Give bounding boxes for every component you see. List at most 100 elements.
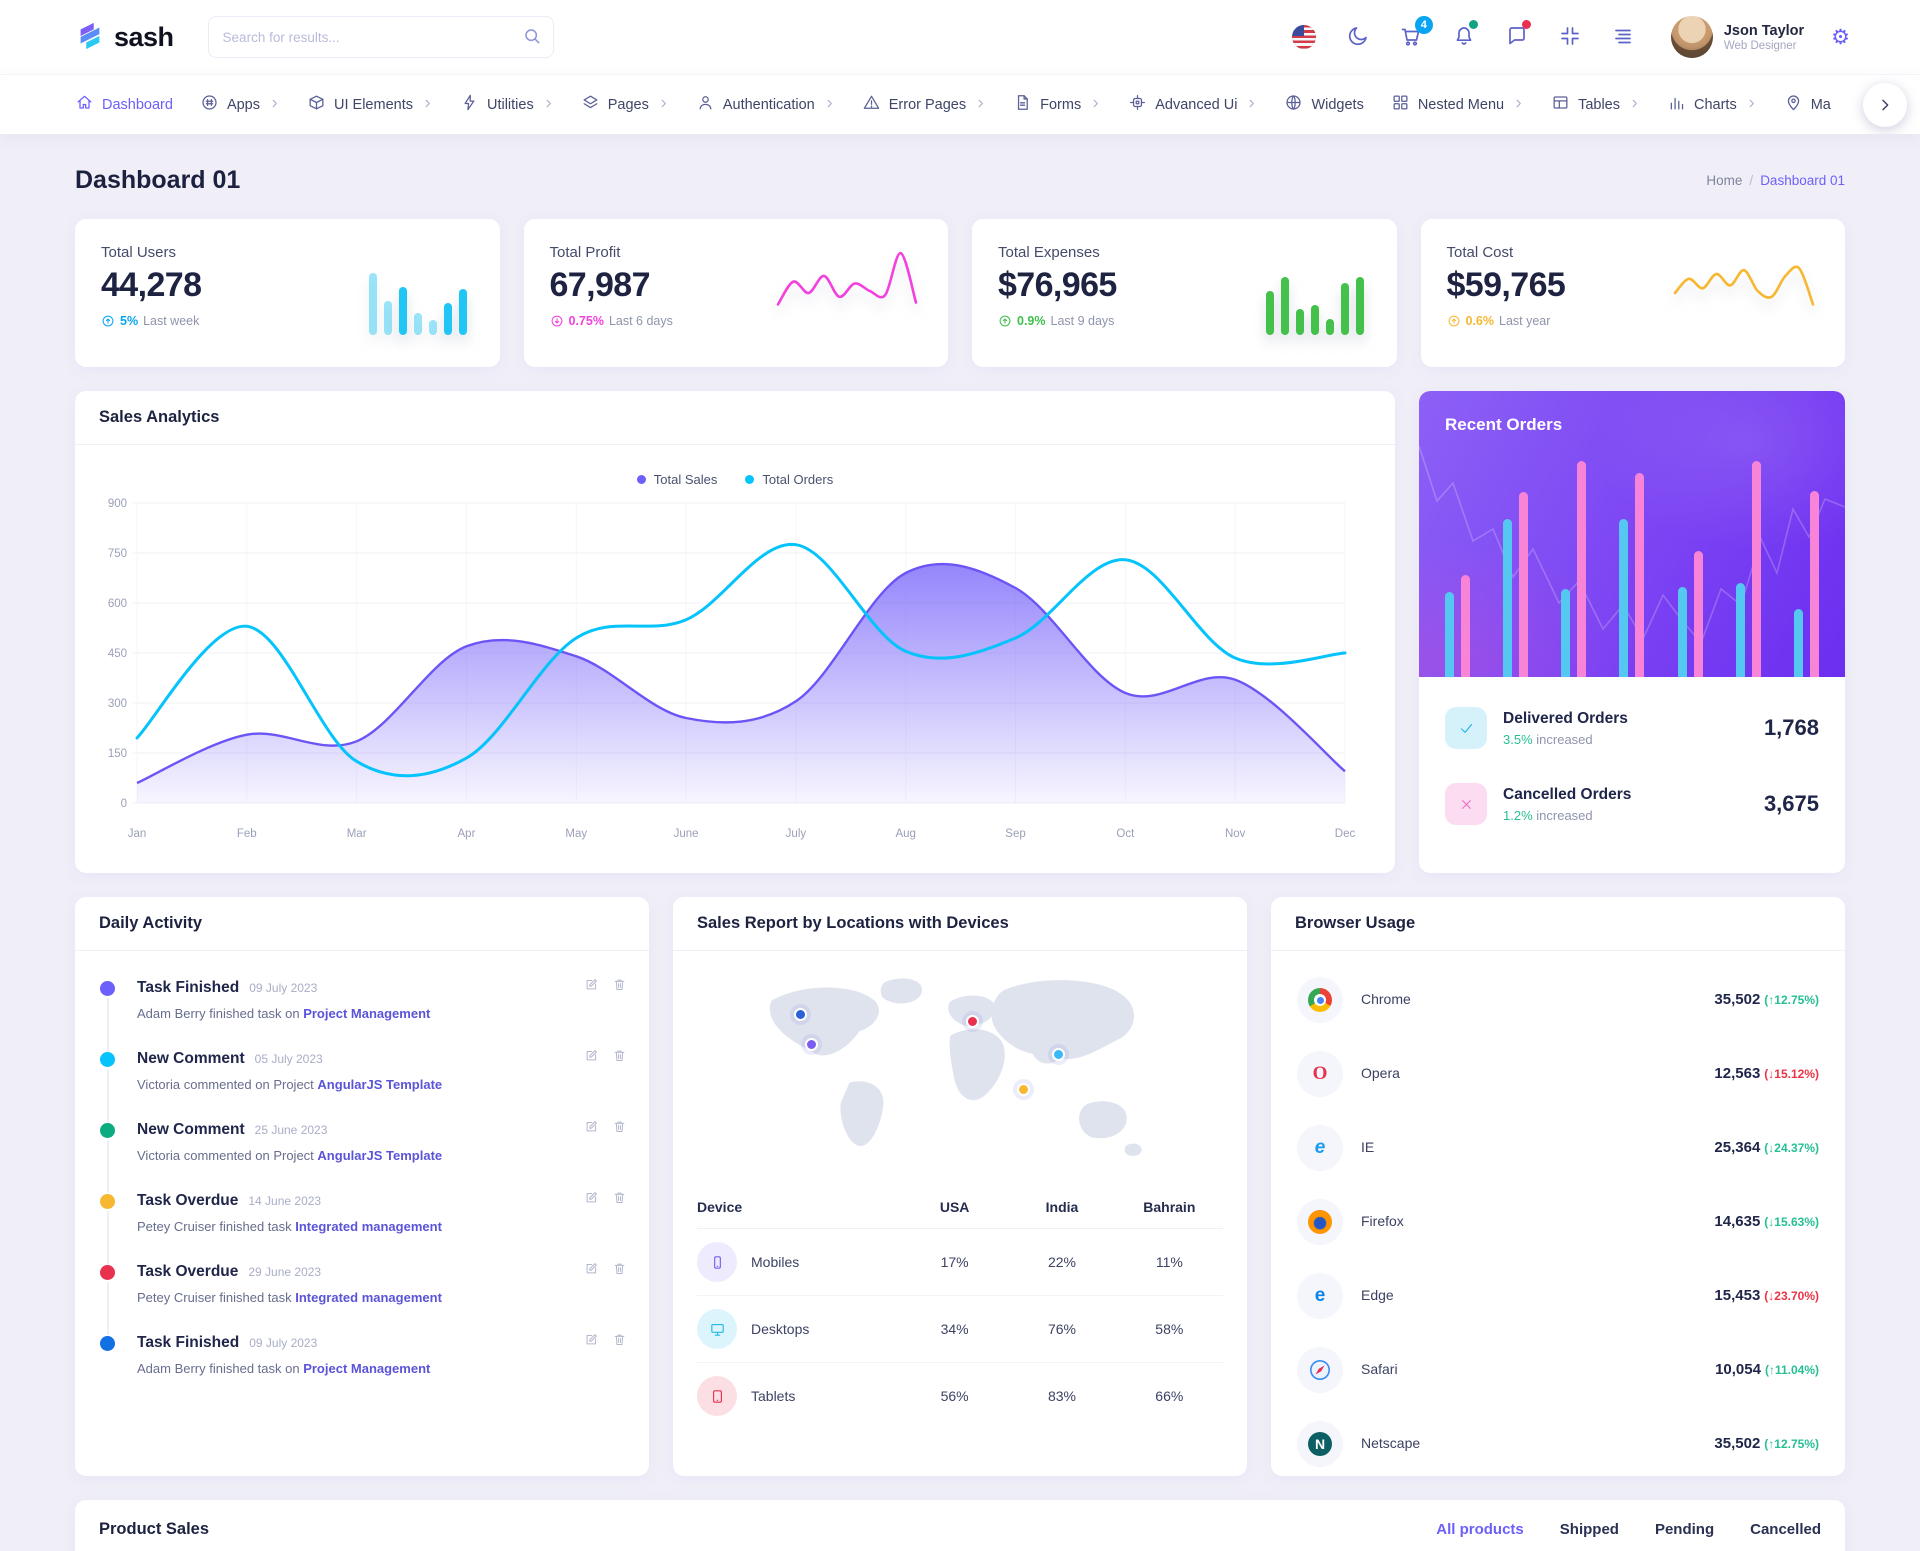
stat-value: $59,765 [1446,266,1566,304]
trash-icon[interactable] [612,1119,627,1139]
recent-orders-card: Recent Orders Delivered Orders 3.5% incr… [1419,391,1845,873]
activity-item: New Comment 05 July 2023 Victoria commen… [75,1048,649,1122]
nav-item-label: Apps [226,96,260,113]
arrow-down-circle-icon [550,314,564,328]
nav-item-tables[interactable]: Tables [1551,93,1640,116]
activity-dot [100,1336,115,1351]
legend-item-total-sales[interactable]: Total Sales [636,472,717,487]
gear-icon: ⚙ [1831,25,1850,49]
breadcrumb: Home / Dashboard 01 [1706,173,1845,188]
browser-row-opera: O Opera 12,563 (↓15.12%) [1297,1037,1819,1111]
product-sales-header: Product Sales All products Shipped Pendi… [75,1500,1845,1551]
legend-item-total-orders[interactable]: Total Orders [745,472,833,487]
sales-analytics-card: Sales Analytics Total Sales Total Orders… [75,391,1395,873]
browser-change: (↑11.04%) [1764,1363,1819,1377]
tab-all-products[interactable]: All products [1436,1521,1524,1538]
activity-item: Task Finished 09 July 2023 Adam Berry fi… [75,977,649,1051]
activity-link[interactable]: Project Management [303,1006,430,1021]
activity-link[interactable]: Project Management [303,1361,430,1376]
main-nav: Dashboard Apps UI Elements Utilities Pag… [0,74,1920,134]
edit-icon[interactable] [584,1332,599,1352]
tablet-icon [697,1376,737,1416]
map-location-dot[interactable] [1051,1047,1065,1061]
edit-icon[interactable] [584,1261,599,1281]
warning-icon [862,93,881,116]
nav-item-dashboard[interactable]: Dashboard [75,93,173,116]
tab-pending[interactable]: Pending [1655,1521,1714,1538]
nav-item-utilities[interactable]: Utilities [460,93,554,116]
trash-icon[interactable] [612,1048,627,1068]
nav-item-charts[interactable]: Charts [1667,93,1757,116]
svg-text:Aug: Aug [895,828,915,840]
dark-mode-button[interactable] [1345,24,1371,50]
report-row-mobiles: Mobiles 17% 22% 11% [697,1229,1223,1296]
trash-icon[interactable] [612,1261,627,1281]
svg-text:Apr: Apr [458,828,476,840]
fullscreen-button[interactable] [1557,24,1583,50]
breadcrumb-current[interactable]: Dashboard 01 [1760,173,1845,188]
edge-icon: e [1297,1273,1343,1319]
activity-item: Task Overdue 29 June 2023 Petey Cruiser … [75,1261,649,1335]
nav-item-error-pages[interactable]: Error Pages [862,93,986,116]
nav-item-ui-elements[interactable]: UI Elements [307,93,433,116]
settings-button[interactable]: ⚙ [1831,27,1850,48]
nav-item-authentication[interactable]: Authentication [696,93,835,116]
recent-orders-hero: Recent Orders [1419,391,1845,677]
browser-row-firefox: Firefox 14,635 (↓15.63%) [1297,1185,1819,1259]
sales-report-table: Device USA India Bahrain Mobiles 17% 22% 11… [673,1187,1247,1429]
nav-item-pages[interactable]: Pages [581,93,669,116]
nav-item-apps[interactable]: Apps [200,93,280,116]
sales-analytics-chart: 900 750 600 450 300 150 0 Jan Feb Mar Apr May June Ju… [75,491,1395,850]
activity-link[interactable]: Integrated management [295,1219,442,1234]
nav-item-forms[interactable]: Forms [1013,93,1101,116]
cart-button[interactable]: 4 [1398,16,1433,50]
nav-item-ma[interactable]: Ma [1784,93,1831,116]
tab-shipped[interactable]: Shipped [1560,1521,1619,1538]
search-icon[interactable] [522,26,542,46]
product-sales-title: Product Sales [99,1520,210,1538]
notifications-button[interactable] [1451,20,1478,50]
messages-button[interactable] [1504,20,1531,50]
map-location-dot[interactable] [793,1007,807,1021]
trash-icon[interactable] [612,1332,627,1352]
order-stat-delivered-orders: Delivered Orders 3.5% increased 1,768 [1445,707,1819,749]
user-menu[interactable]: Json Taylor Web Designer [1670,16,1804,58]
edit-icon[interactable] [584,1048,599,1068]
app-logo[interactable]: sash [75,20,174,55]
recent-orders-rows: Delivered Orders 3.5% increased 1,768 Ca… [1419,677,1845,855]
edit-icon[interactable] [584,1190,599,1210]
edit-icon[interactable] [584,1119,599,1139]
order-bar-group [1445,575,1470,677]
nav-item-nested-menu[interactable]: Nested Menu [1391,93,1524,116]
recent-orders-bars [1445,461,1819,677]
logo-text: sash [114,21,174,52]
stat-card-total-profit: Total Profit 67,987 0.75% Last 6 days [523,219,948,367]
nav-item-widgets[interactable]: Widgets [1284,93,1364,116]
tab-cancelled[interactable]: Cancelled [1750,1521,1821,1538]
edit-icon[interactable] [584,977,599,997]
activity-link[interactable]: Integrated management [295,1290,442,1305]
world-map [673,951,1247,1187]
breadcrumb-home[interactable]: Home [1706,173,1742,188]
stat-mini-chart [368,247,474,344]
arrow-up-circle-icon [101,314,115,328]
language-flag-button[interactable] [1291,24,1318,50]
fullscreen-icon [1561,27,1579,45]
topbar-actions: 4 Json Taylor Web Designer ⚙ [1291,16,1850,58]
stat-card-total-users: Total Users 44,278 5% Last week [75,219,500,367]
trash-icon[interactable] [612,977,627,997]
browser-list: Chrome 35,502 (↑12.75%) O Opera 12,563 (↓1… [1271,951,1845,1476]
sales-report-card: Sales Report by Locations with Devices D… [673,897,1247,1476]
svg-text:750: 750 [108,548,127,560]
trash-icon[interactable] [612,1190,627,1210]
map-location-dot[interactable] [965,1014,979,1028]
nav-scroll-right-button[interactable] [1863,82,1907,127]
stat-card-total-cost: Total Cost $59,765 0.6% Last year [1420,219,1845,367]
activity-link[interactable]: AngularJS Template [317,1148,442,1163]
cart-badge: 4 [1414,16,1433,34]
nav-item-advanced-ui[interactable]: Advanced Ui [1128,93,1257,116]
notification-dot [1468,20,1478,29]
search-input[interactable] [207,16,554,58]
sidebar-toggle-button[interactable] [1610,24,1636,50]
activity-link[interactable]: AngularJS Template [317,1077,442,1092]
